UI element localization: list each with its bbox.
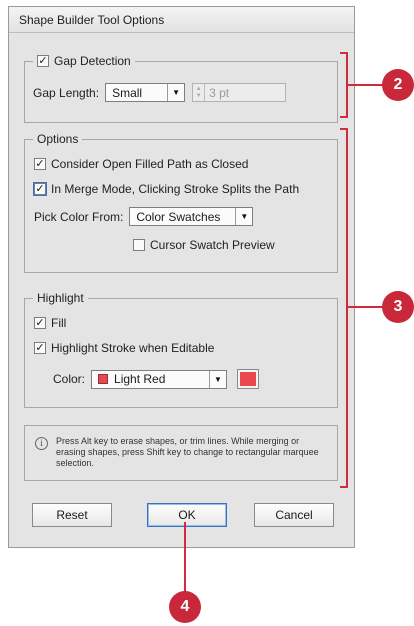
consider-open-checkbox[interactable]: ✓ <box>34 158 46 170</box>
gap-length-select[interactable]: Small ▼ <box>105 83 186 102</box>
options-group: Options ✓ Consider Open Filled Path as C… <box>24 132 338 273</box>
info-text: Press Alt key to erase shapes, or trim l… <box>56 436 319 468</box>
color-label: Color: <box>53 372 86 386</box>
consider-open-row: ✓ Consider Open Filled Path as Closed <box>34 157 248 171</box>
fill-label[interactable]: Fill <box>51 316 66 330</box>
pick-color-value: Color Swatches <box>136 209 221 224</box>
gap-detection-legend: ✓ Gap Detection <box>33 54 135 68</box>
dialog-body: ✓ Gap Detection Gap Length: Small ▼ ▲ ▼ 3… <box>9 33 354 547</box>
chevron-down-icon: ▼ <box>209 370 226 388</box>
color-select[interactable]: Light Red ▼ <box>91 369 228 389</box>
merge-mode-checkbox[interactable]: ✓ <box>33 182 47 196</box>
callout-4-badge: 4 <box>169 591 201 623</box>
gap-detection-group: ✓ Gap Detection Gap Length: Small ▼ ▲ ▼ 3… <box>24 54 338 123</box>
color-value-wrap: Light Red <box>92 372 209 386</box>
callout-2-badge: 2 <box>382 69 414 101</box>
reset-button[interactable]: Reset <box>32 503 112 527</box>
options-legend: Options <box>33 132 83 146</box>
shape-builder-dialog: Shape Builder Tool Options ✓ Gap Detecti… <box>8 6 355 548</box>
stroke-editable-checkbox[interactable]: ✓ <box>34 342 46 354</box>
stroke-editable-label[interactable]: Highlight Stroke when Editable <box>51 341 214 355</box>
color-row: Color: Light Red ▼ <box>53 369 260 389</box>
cursor-swatch-row: Cursor Swatch Preview <box>133 238 275 252</box>
gap-length-value: Small <box>112 85 143 100</box>
callout-2-leader <box>348 84 384 86</box>
gap-length-row: Gap Length: Small ▼ ▲ ▼ 3 pt <box>33 83 287 102</box>
gap-value-stepper[interactable]: ▲ ▼ 3 pt <box>192 83 287 102</box>
consider-open-label[interactable]: Consider Open Filled Path as Closed <box>51 157 248 171</box>
stroke-editable-row: ✓ Highlight Stroke when Editable <box>34 341 214 355</box>
chevron-down-icon: ▼ <box>167 84 184 101</box>
highlight-group: Highlight ✓ Fill ✓ Highlight Stroke when… <box>24 291 338 408</box>
merge-mode-row: ✓ In Merge Mode, Clicking Stroke Splits … <box>33 182 299 196</box>
callout-3-bracket <box>340 128 348 488</box>
stepper-arrows-icon: ▲ ▼ <box>193 84 206 101</box>
pick-color-label: Pick Color From: <box>34 209 124 224</box>
cursor-swatch-label[interactable]: Cursor Swatch Preview <box>150 238 275 252</box>
callout-3-badge: 3 <box>382 291 414 323</box>
cancel-button[interactable]: Cancel <box>254 503 334 527</box>
info-icon: i <box>35 437 48 450</box>
callout-2-bracket <box>340 52 348 118</box>
pick-color-row: Pick Color From: Color Swatches ▼ <box>34 207 254 226</box>
callout-3-leader <box>348 306 384 308</box>
dialog-title: Shape Builder Tool Options <box>9 7 354 33</box>
info-box: i Press Alt key to erase shapes, or trim… <box>24 425 338 481</box>
gap-detection-checkbox[interactable]: ✓ <box>37 55 49 67</box>
ok-button[interactable]: OK <box>147 503 227 527</box>
merge-mode-label[interactable]: In Merge Mode, Clicking Stroke Splits th… <box>51 182 299 196</box>
fill-checkbox[interactable]: ✓ <box>34 317 46 329</box>
gap-detection-label: Gap Detection <box>54 54 131 68</box>
gap-length-label: Gap Length: <box>33 85 100 100</box>
color-value: Light Red <box>114 372 166 386</box>
gap-value: 3 pt <box>209 85 230 100</box>
highlight-legend: Highlight <box>33 291 88 305</box>
callout-4-leader <box>184 522 186 592</box>
cursor-swatch-checkbox[interactable] <box>133 239 145 251</box>
color-swatch-icon <box>98 374 109 384</box>
color-swatch-button[interactable] <box>237 369 260 389</box>
fill-row: ✓ Fill <box>34 316 66 330</box>
pick-color-select[interactable]: Color Swatches ▼ <box>129 207 254 226</box>
chevron-down-icon: ▼ <box>235 208 252 225</box>
